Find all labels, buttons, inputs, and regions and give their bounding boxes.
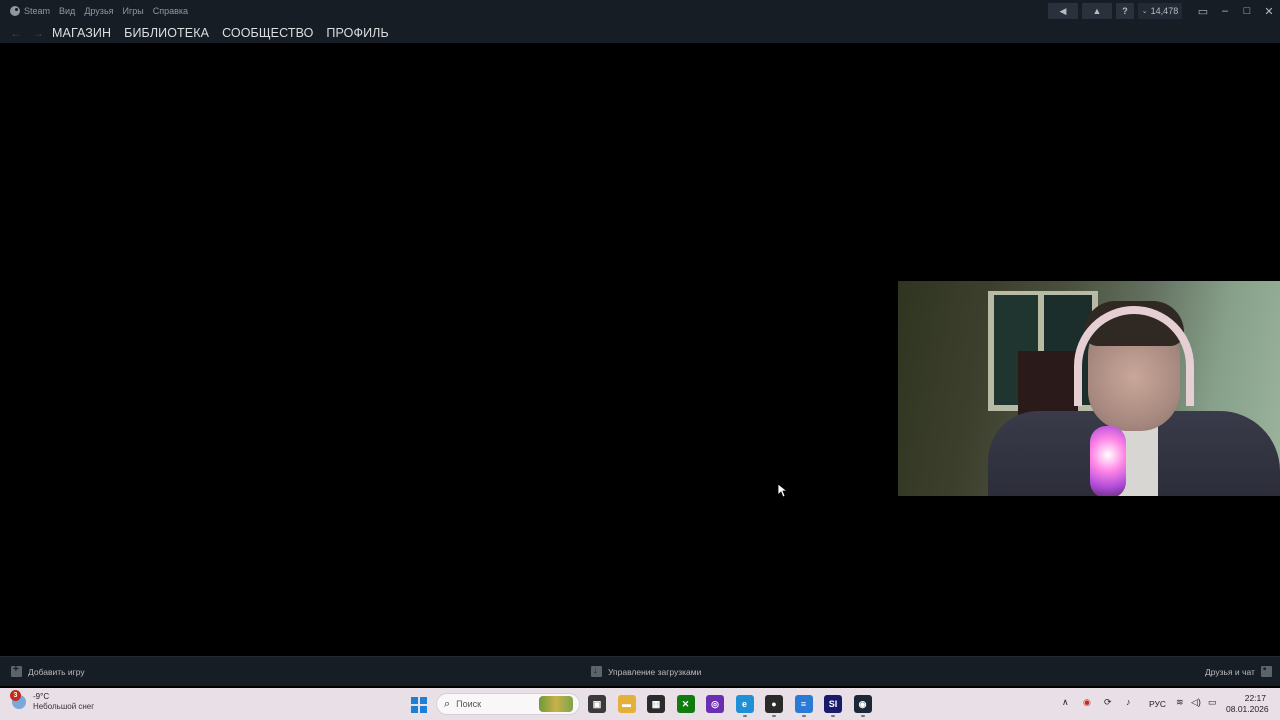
chevron-up-icon[interactable]: ∧ <box>1062 697 1069 708</box>
taskbar-app[interactable]: ◎ <box>706 695 724 713</box>
maximize-icon: □ <box>1243 5 1251 17</box>
taskbar-app[interactable]: ≡ <box>794 695 813 717</box>
nav-library[interactable]: БИБЛИОТЕКА <box>124 26 209 40</box>
weather-badge: 3 <box>10 690 21 701</box>
close-button[interactable]: ✕ <box>1258 0 1280 22</box>
megaphone-icon: ◀ <box>1059 5 1067 16</box>
maximize-button[interactable]: □ <box>1236 0 1258 22</box>
close-icon: ✕ <box>1264 5 1274 18</box>
show-desktop-button[interactable] <box>1270 700 1276 714</box>
download-icon <box>591 665 602 677</box>
snow-cloud-icon: 3 <box>10 690 26 709</box>
taskbar-app[interactable]: ▣ <box>588 695 606 713</box>
taskbar-app[interactable]: ● <box>765 695 783 717</box>
minimize-icon: – <box>1221 5 1229 17</box>
si-app-icon: SI <box>828 699 838 709</box>
weather-condition: Небольшой снег <box>33 702 95 711</box>
chevron-down-icon: ⌄ <box>1141 8 1148 15</box>
taskbar-search[interactable]: ⌕ Поиск <box>436 693 580 715</box>
chat-icon <box>1260 664 1272 677</box>
battery-icon[interactable]: ▭ <box>1208 697 1217 708</box>
search-placeholder: Поиск <box>456 699 482 709</box>
back-arrow-icon[interactable]: ← <box>10 26 22 40</box>
steam-logo-icon <box>10 6 20 16</box>
file-explorer-icon: ▬ <box>622 699 631 709</box>
steam-taskbar-icon: ◉ <box>858 698 867 709</box>
notes-app-icon: ≡ <box>800 699 807 709</box>
running-indicator <box>801 715 806 717</box>
start-button[interactable] <box>411 697 427 713</box>
monitor-icon: ▭ <box>1197 5 1209 18</box>
running-indicator <box>860 715 865 717</box>
friends-chat-label: Друзья и чат <box>1205 666 1255 677</box>
add-game-button[interactable]: Добавить игру <box>11 664 85 677</box>
steam-nav-bar: ← → МАГАЗИН БИБЛИОТЕКА СООБЩЕСТВО ПРОФИЛ… <box>0 22 1280 43</box>
purple-app-icon: ◎ <box>711 698 719 709</box>
notifications-button[interactable]: ▲ <box>1082 3 1112 19</box>
downloads-label: Управление загрузками <box>608 666 702 677</box>
menu-view[interactable]: Вид <box>59 6 75 16</box>
obs-icon: ● <box>771 699 777 709</box>
running-indicator <box>772 715 776 717</box>
steam-title-bar: Steam Вид Друзья Игры Справка ◀ ▲ ? ⌄ 14… <box>0 0 1280 22</box>
menu-friends[interactable]: Друзья <box>84 6 113 16</box>
taskbar-app[interactable]: SI <box>824 695 842 717</box>
search-icon: ⌕ <box>444 697 451 710</box>
windows-logo-icon <box>420 697 427 704</box>
running-indicator <box>742 715 747 717</box>
big-picture-button[interactable]: ▭ <box>1192 0 1214 22</box>
nav-profile[interactable]: ПРОФИЛЬ <box>326 26 388 40</box>
plus-icon <box>11 664 22 677</box>
language-indicator[interactable]: РУС <box>1149 699 1166 709</box>
windows-logo-icon <box>411 697 418 704</box>
running-indicator <box>831 715 835 717</box>
downloads-button[interactable]: Управление загрузками <box>591 665 702 677</box>
add-game-label: Добавить игру <box>28 666 85 677</box>
cam-microphone <box>1090 426 1126 496</box>
sync-icon[interactable]: ⟳ <box>1104 697 1112 708</box>
menu-steam[interactable]: Steam <box>10 6 50 16</box>
menu-help[interactable]: Справка <box>153 6 188 16</box>
wifi-icon[interactable]: ≋ <box>1176 697 1184 708</box>
mouse-cursor-icon <box>777 483 789 498</box>
forward-arrow-icon[interactable]: → <box>32 26 44 40</box>
titlebar-controls: ◀ ▲ ? ⌄ 14,478 ▭ – □ ✕ <box>1048 0 1280 22</box>
taskbar-clock[interactable]: 22:17 08.01.2026 <box>1226 693 1269 715</box>
webcam-overlay <box>898 281 1280 496</box>
microphone-icon[interactable]: ♪ <box>1126 697 1131 707</box>
task-view-icon: ▣ <box>592 698 602 709</box>
wallet-button[interactable]: ⌄ 14,478 <box>1138 3 1182 19</box>
taskbar-app[interactable]: ▬ <box>617 695 636 713</box>
friends-chat-button[interactable]: Друзья и чат <box>1205 664 1272 677</box>
windows-logo-icon <box>420 706 427 713</box>
nav-links: МАГАЗИН БИБЛИОТЕКА СООБЩЕСТВО ПРОФИЛЬ <box>52 26 402 40</box>
taskbar-app[interactable]: ✕ <box>676 695 695 713</box>
minimize-button[interactable]: – <box>1214 0 1236 22</box>
bell-icon: ▲ <box>1092 6 1102 16</box>
weather-temperature: -9°C <box>33 692 50 701</box>
edge-icon: e <box>741 699 747 709</box>
weather-widget[interactable]: 3 -9°C Небольшой снег <box>10 690 95 712</box>
tray-app-icon[interactable]: ◉ <box>1083 697 1091 708</box>
menu-games[interactable]: Игры <box>123 6 144 16</box>
clock-time: 22:17 <box>1244 693 1266 703</box>
menu-steam-label: Steam <box>24 6 51 16</box>
volume-icon[interactable]: ◁) <box>1191 697 1201 708</box>
steam-menu-bar: Steam Вид Друзья Игры Справка <box>0 0 197 22</box>
nav-store[interactable]: МАГАЗИН <box>52 26 111 40</box>
wallet-balance: 14,478 <box>1150 6 1179 16</box>
taskbar-app[interactable]: ◉ <box>853 695 872 717</box>
help-button[interactable]: ? <box>1116 3 1134 19</box>
windows-logo-icon <box>411 706 418 713</box>
search-highlight-icon <box>539 696 573 712</box>
nav-community[interactable]: СООБЩЕСТВО <box>222 26 313 40</box>
taskbar-app[interactable]: ▦ <box>647 695 665 713</box>
media-app-icon: ▦ <box>651 698 661 709</box>
clock-date: 08.01.2026 <box>1226 704 1269 714</box>
announcements-button[interactable]: ◀ <box>1048 3 1078 19</box>
steam-bottom-bar: Добавить игру Управление загрузками Друз… <box>0 656 1280 686</box>
taskbar-app[interactable]: e <box>735 695 754 717</box>
xbox-icon: ✕ <box>681 698 690 709</box>
